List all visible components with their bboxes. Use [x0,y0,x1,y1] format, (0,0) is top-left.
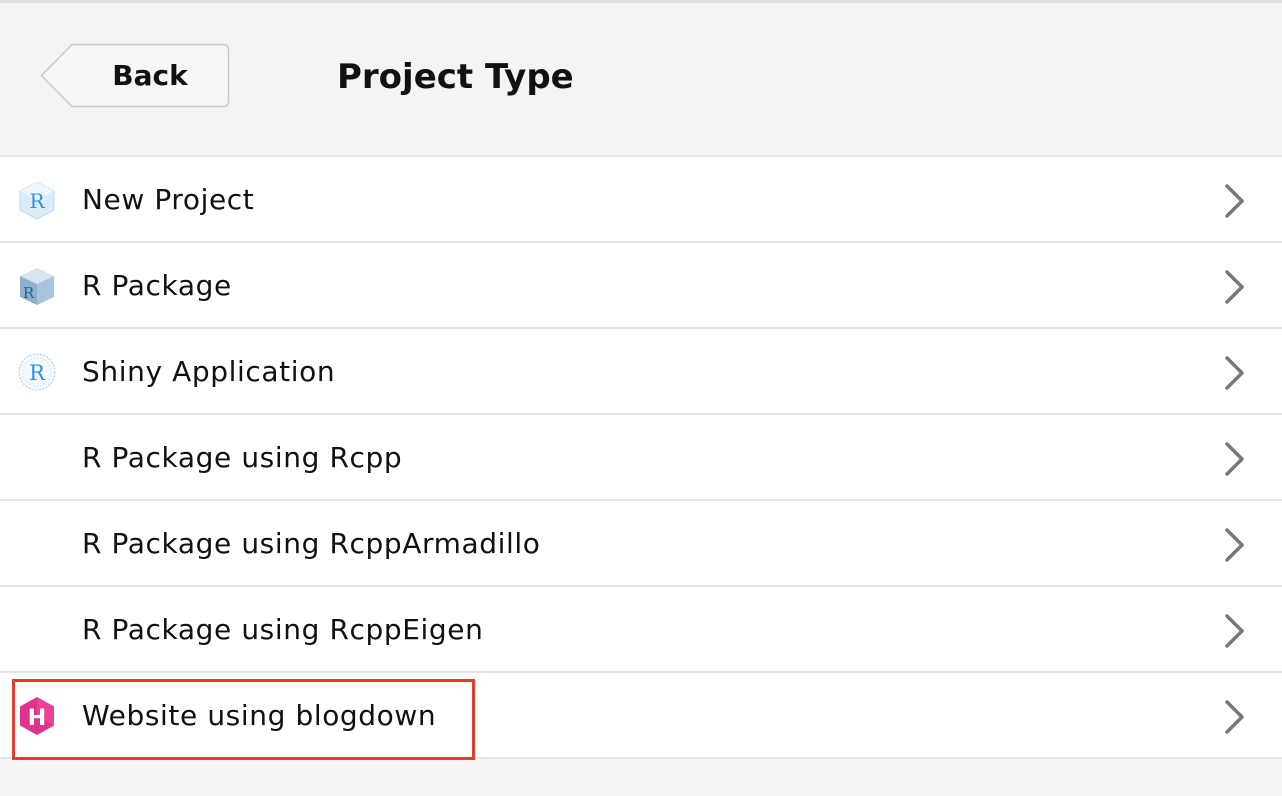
r-project-icon: R [16,179,58,221]
chevron-right-icon [1222,441,1248,477]
page-title: Project Type [337,57,574,97]
r-package-icon: R [16,265,58,307]
header-bar: Back Project Type [0,3,1282,157]
chevron-right-icon [1222,527,1248,563]
list-item-r-package-rcppeigen[interactable]: R Package using RcppEigen [0,587,1282,673]
project-type-list: R New Project R R Package R Shiny Applic… [0,157,1282,759]
chevron-right-icon [1222,355,1248,391]
chevron-right-icon [1222,269,1248,305]
list-item-label: New Project [82,183,255,216]
list-item-r-package-rcpp[interactable]: R Package using Rcpp [0,415,1282,501]
chevron-right-icon [1222,613,1248,649]
hugo-icon: H [16,695,58,737]
list-item-label: R Package using RcppEigen [82,613,484,646]
svg-text:R: R [29,361,46,385]
chevron-right-icon [1222,183,1248,219]
list-item-shiny-application[interactable]: R Shiny Application [0,329,1282,415]
list-item-r-package-rcpparmadillo[interactable]: R Package using RcppArmadillo [0,501,1282,587]
svg-text:R: R [23,284,35,302]
list-item-new-project[interactable]: R New Project [0,157,1282,243]
list-item-r-package[interactable]: R R Package [0,243,1282,329]
list-item-website-blogdown[interactable]: H Website using blogdown [0,673,1282,759]
list-item-label: R Package [82,269,232,302]
back-button[interactable]: Back [40,43,230,108]
svg-text:R: R [29,189,45,213]
list-item-label: Shiny Application [82,355,336,388]
list-item-label: R Package using RcppArmadillo [82,527,541,560]
back-button-label: Back [112,59,188,92]
chevron-right-icon [1222,699,1248,735]
svg-text:H: H [28,706,46,731]
list-item-label: R Package using Rcpp [82,441,403,474]
shiny-icon: R [16,351,58,393]
list-item-label: Website using blogdown [82,699,437,732]
